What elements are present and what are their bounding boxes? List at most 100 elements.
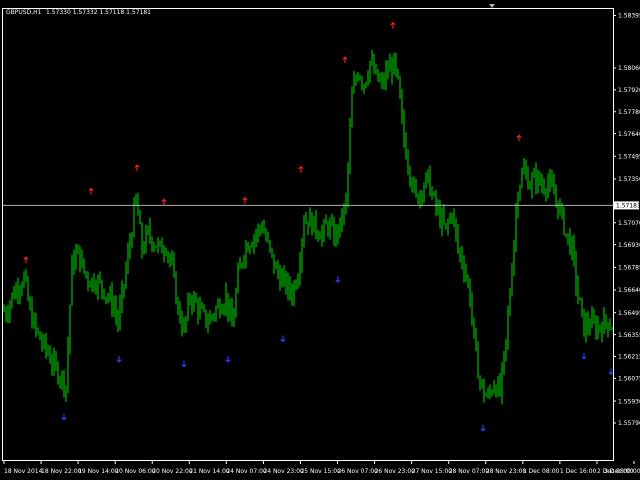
time-label: 21 Nov 14:00 (189, 468, 230, 475)
candle-body (193, 296, 195, 306)
candle-body (353, 81, 355, 93)
candle-body (593, 316, 595, 322)
price-label: 1.57070 (618, 220, 640, 227)
candle-body (303, 222, 305, 241)
candle-body (339, 217, 341, 235)
candle-body (63, 373, 65, 392)
candle-body (15, 287, 17, 298)
candle-body (47, 349, 49, 354)
candle-body (231, 307, 233, 327)
candle-body (603, 315, 605, 334)
candle-body (317, 232, 319, 237)
candle-body (495, 386, 497, 395)
candle-body (269, 240, 271, 249)
candle-body (125, 268, 127, 285)
candle-body (239, 264, 241, 270)
candle-body (169, 255, 171, 261)
candle-body (351, 92, 353, 127)
time-label: 28 Nov 07:00 (449, 468, 490, 475)
candle-body (25, 274, 27, 280)
candle-body (409, 167, 411, 181)
candle-body (81, 258, 83, 267)
candle-body (185, 317, 187, 326)
candle-body (313, 216, 315, 233)
candle-body (483, 385, 485, 397)
candle-body (431, 193, 433, 195)
candle-body (597, 325, 599, 335)
candle-body (79, 246, 81, 267)
candle-body (253, 237, 255, 246)
candle-body (405, 140, 407, 158)
time-label: 26 Nov 07:00 (338, 468, 379, 475)
candle-body (205, 309, 207, 325)
candle-body (385, 69, 387, 83)
candle-body (487, 392, 489, 396)
candle-body (497, 380, 499, 395)
candle-body (505, 339, 507, 353)
candle-body (445, 223, 447, 226)
candle-body (233, 314, 235, 327)
candle-body (475, 329, 477, 350)
candle-body (507, 313, 509, 340)
candle-body (299, 262, 301, 279)
candle-body (301, 240, 303, 263)
candle-body (333, 223, 335, 243)
candle-body (541, 183, 543, 187)
candle-body (287, 280, 289, 291)
candle-body (211, 315, 213, 317)
candle-body (89, 282, 91, 288)
candle-body (255, 234, 257, 238)
candle-body (223, 306, 225, 311)
candle-body (575, 257, 577, 286)
candle-body (221, 310, 223, 314)
candle-body (61, 373, 63, 380)
candle-body (493, 386, 495, 393)
candle-body (359, 76, 361, 80)
candle-body (297, 278, 299, 287)
candle-body (545, 190, 547, 193)
candle-body (49, 353, 51, 363)
candle-body (311, 214, 313, 233)
candle-body (591, 316, 593, 328)
candle-body (341, 217, 343, 222)
candle-body (421, 192, 423, 197)
candle-body (367, 76, 369, 83)
candle-body (285, 273, 287, 291)
candle-body (19, 289, 21, 294)
candle-body (557, 200, 559, 214)
candle-body (373, 60, 375, 73)
candle-body (503, 352, 505, 368)
candle-body (449, 215, 451, 223)
time-label: 1 Dec 08:00 (523, 468, 560, 475)
candle-body (425, 174, 427, 187)
candle-body (27, 279, 29, 300)
candle-body (55, 357, 57, 365)
time-label: 27 Nov 15:00 (412, 468, 453, 475)
candle-body (319, 236, 321, 240)
candle-body (529, 188, 531, 190)
candle-body (143, 249, 145, 252)
candle-body (383, 79, 385, 83)
price-chart[interactable]: GBPUSD,H1 1.57330 1.57332 1.57118 1.5718… (0, 0, 640, 480)
candle-body (173, 260, 175, 274)
candle-body (59, 379, 61, 381)
candle-body (31, 306, 33, 327)
candle-body (573, 240, 575, 258)
candle-body (73, 257, 75, 268)
candle-body (13, 293, 15, 298)
candle-body (11, 293, 13, 304)
candle-body (447, 222, 449, 226)
candle-body (99, 278, 101, 281)
candle-body (415, 182, 417, 195)
candle-body (513, 241, 515, 273)
candle-body (337, 227, 339, 235)
candle-body (289, 280, 291, 293)
candle-body (321, 232, 323, 240)
chart-window[interactable]: GBPUSD,H1 1.57330 1.57332 1.57118 1.5718… (0, 0, 640, 480)
candle-body (389, 64, 391, 72)
candle-body (391, 64, 393, 74)
candle-body (163, 252, 165, 254)
candle-body (101, 280, 103, 290)
candle-body (363, 85, 365, 87)
candle-body (9, 303, 11, 315)
